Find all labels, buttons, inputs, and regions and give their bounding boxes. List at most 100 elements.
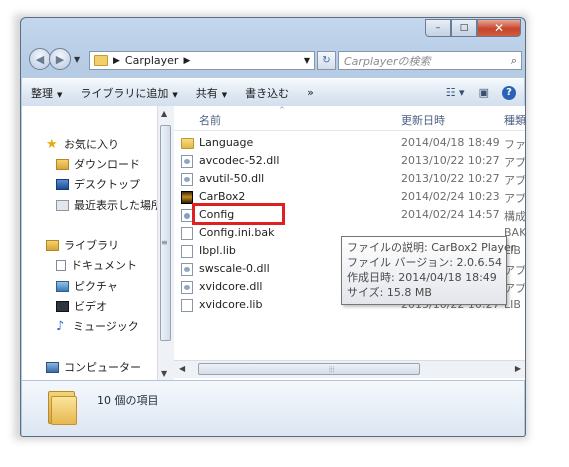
tooltip-version: ファイル バージョン: 2.0.6.54 [347, 256, 502, 269]
dll-file-icon [181, 263, 193, 276]
file-type: ファ [504, 138, 526, 151]
text-file-icon [181, 245, 193, 258]
refresh-button[interactable]: ↻ [317, 51, 336, 70]
nav-downloads-label: ダウンロード [74, 158, 140, 171]
navigation-pane: ★ お気に入り ダウンロード デスクトップ 最近表示した場所 ライブラリ ドキュメ… [22, 106, 158, 380]
nav-documents[interactable]: ドキュメント [56, 257, 137, 273]
file-name: Config.ini.bak [199, 226, 275, 239]
file-info-tooltip: ファイルの説明: CarBox2 Player ファイル バージョン: 2.0.… [341, 236, 516, 305]
help-icon[interactable]: ? [502, 85, 516, 100]
scrollbar-grip-icon: ≡ [161, 238, 168, 247]
dll-file-icon [181, 155, 193, 168]
breadcrumb-separator-icon[interactable]: ▶ [113, 56, 120, 66]
dropdown-arrow-icon: ▼ [57, 90, 63, 99]
scrollbar-thumb[interactable]: ⦙⦙⦙ [198, 363, 420, 375]
navigation-scrollbar[interactable]: ▲ ≡ ▼ [157, 106, 174, 380]
nav-computer-label: コンピューター [64, 361, 141, 374]
change-view-icon[interactable]: ☷ ▾ [446, 86, 465, 99]
share-label: 共有 [195, 86, 218, 100]
nav-libraries[interactable]: ライブラリ [46, 237, 119, 253]
computer-icon [46, 361, 59, 373]
dll-file-icon [181, 173, 193, 186]
command-bar: 整理 ▼ ライブラリに追加 ▼ 共有 ▼ 書き込む » ☷ ▾ ▣ ? [22, 78, 524, 107]
pictures-icon [56, 280, 69, 292]
text-file-icon [181, 227, 193, 240]
add-to-library-menu[interactable]: ライブラリに追加 ▼ [71, 85, 186, 101]
file-type: アプ [504, 282, 526, 295]
scroll-left-icon[interactable]: ◀ [179, 364, 185, 373]
scrollbar-thumb[interactable] [160, 125, 171, 341]
recent-places-icon [56, 199, 69, 211]
refresh-icon: ↻ [322, 55, 331, 66]
nav-recent-places[interactable]: 最近表示した場所 [56, 197, 157, 213]
minimize-button[interactable]: – [425, 19, 451, 37]
file-name: Ibpl.lib [199, 244, 236, 257]
caption-buttons: – □ ✕ [425, 19, 521, 37]
sort-arrow-icon: ^ [279, 106, 285, 114]
preview-pane-icon[interactable]: ▣ [479, 86, 489, 99]
file-date: 2014/04/18 18:49 [401, 136, 500, 149]
column-header-modified[interactable]: 更新日時 [401, 112, 445, 128]
search-icon[interactable]: ⌕ [511, 54, 517, 68]
nav-computer[interactable]: コンピューター [46, 359, 141, 375]
nav-videos-label: ビデオ [74, 300, 107, 313]
scroll-right-icon[interactable]: ▶ [515, 364, 521, 373]
file-type: BAK [504, 226, 526, 239]
view-controls: ☷ ▾ ▣ ? [439, 85, 524, 100]
search-input[interactable]: Carplayerの検索 ⌕ [338, 51, 522, 70]
file-row[interactable]: avcodec-52.dll 2013/10/22 10:27 アプ [174, 151, 525, 171]
nav-libraries-label: ライブラリ [64, 239, 119, 252]
scrollbar-grip-icon: ⦙⦙⦙ [329, 365, 335, 374]
address-dropdown-icon[interactable]: ▼ [304, 56, 310, 65]
nav-favorites[interactable]: ★ お気に入り [46, 136, 119, 152]
video-icon [56, 300, 69, 312]
music-icon: ♪ [56, 318, 65, 334]
column-header-type[interactable]: 種類 [504, 112, 525, 128]
forward-arrow-icon: ▶ [55, 52, 65, 66]
nav-pictures[interactable]: ピクチャ [56, 278, 118, 294]
file-type: アプ [504, 174, 526, 187]
file-date: 2013/10/22 10:27 [401, 154, 500, 167]
download-folder-icon [56, 158, 69, 170]
file-row[interactable]: Language 2014/04/18 18:49 ファ [174, 133, 526, 153]
close-button[interactable]: ✕ [477, 19, 521, 37]
star-icon: ★ [46, 136, 58, 152]
breadcrumb-separator-icon[interactable]: ▶ [183, 56, 190, 66]
address-bar[interactable]: ▶ Carplayer ▶ ▼ [89, 51, 315, 70]
organize-menu[interactable]: 整理 ▼ [22, 85, 71, 101]
share-menu[interactable]: 共有 ▼ [187, 85, 236, 101]
more-commands-button[interactable]: » [298, 86, 323, 99]
burn-button[interactable]: 書き込む [236, 85, 298, 101]
explorer-window: – □ ✕ ◀ ▶ ▼ ▶ Carplayer ▶ ▼ ↻ Carplayerの… [20, 17, 526, 437]
highlight-box [192, 203, 285, 225]
scroll-down-icon[interactable]: ▼ [161, 369, 167, 378]
file-date: 2014/02/24 10:23 [401, 190, 500, 203]
file-name: avcodec-52.dll [199, 154, 280, 167]
file-name: swscale-0.dll [199, 262, 270, 275]
nav-videos[interactable]: ビデオ [56, 298, 107, 314]
tooltip-description: ファイルの説明: CarBox2 Player [347, 241, 516, 254]
nav-favorites-label: お気に入り [64, 138, 119, 151]
file-type: 構成 [504, 210, 526, 223]
nav-downloads[interactable]: ダウンロード [56, 156, 140, 172]
maximize-button[interactable]: □ [451, 19, 477, 37]
nav-desktop[interactable]: デスクトップ [56, 176, 140, 192]
tooltip-size: サイズ: 15.8 MB [347, 286, 432, 299]
file-row[interactable]: avutil-50.dll 2013/10/22 10:27 アプ [174, 169, 526, 189]
library-icon [46, 239, 59, 251]
tooltip-created: 作成日時: 2014/04/18 18:49 [347, 271, 497, 284]
horizontal-scrollbar[interactable]: ◀ ⦙⦙⦙ ▶ [174, 360, 525, 378]
large-folder-icon [48, 391, 77, 425]
breadcrumb-carplayer[interactable]: Carplayer [125, 54, 179, 67]
file-type: アプ [504, 192, 526, 205]
file-name: CarBox2 [199, 190, 246, 203]
scroll-up-icon[interactable]: ▲ [161, 109, 167, 118]
folder-icon [181, 138, 194, 149]
file-type: アプ [504, 264, 526, 277]
item-count: 10 個の項目 [97, 394, 159, 407]
back-button[interactable]: ◀ [29, 48, 51, 70]
nav-music[interactable]: ♪ ミュージック [56, 318, 139, 334]
recent-pages-dropdown[interactable]: ▼ [74, 55, 80, 64]
column-header-name[interactable]: 名前 [199, 112, 221, 128]
forward-button[interactable]: ▶ [49, 48, 71, 70]
